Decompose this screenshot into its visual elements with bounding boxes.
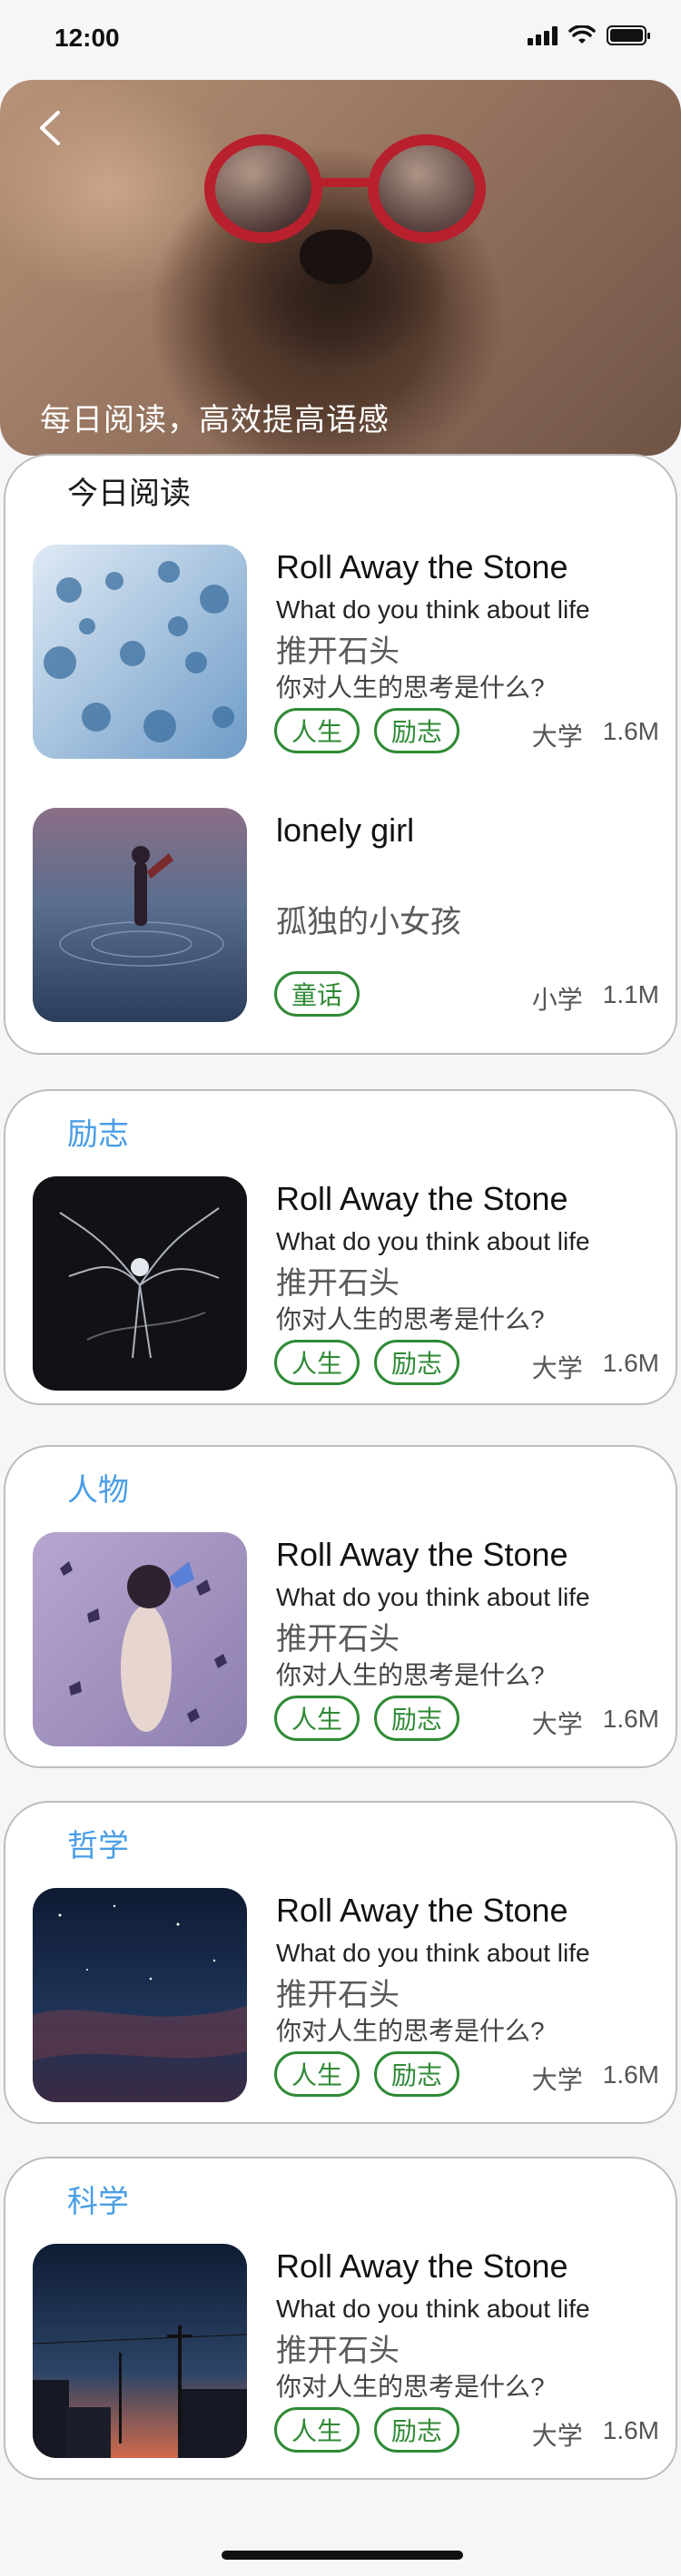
book-level: 大学 xyxy=(531,723,583,751)
cellular-signal-icon xyxy=(528,25,558,45)
tag-chip[interactable]: 励志 xyxy=(374,2407,460,2453)
book-meta: 大学 1.6M xyxy=(532,1349,659,1385)
book-item[interactable]: Roll Away the Stone What do you think ab… xyxy=(33,2244,659,2462)
winged-figure-image xyxy=(33,1176,247,1391)
book-subtitle-en: What do you think about life xyxy=(276,595,590,624)
book-subtitle-en: What do you think about life xyxy=(276,2295,590,2323)
book-title-cn: 推开石头 xyxy=(276,2334,400,2368)
book-title-cn: 推开石头 xyxy=(276,1266,400,1301)
book-item[interactable]: Roll Away the Stone What do you think ab… xyxy=(33,1888,659,2106)
book-size: 1.1M xyxy=(602,980,659,1008)
tag-chip[interactable]: 励志 xyxy=(374,1340,460,1385)
tag-list: 人生 励志 xyxy=(274,1696,460,1741)
book-question-cn: 你对人生的思考是什么? xyxy=(276,2373,545,2401)
status-bar: 12:00 xyxy=(0,0,681,80)
book-item[interactable]: Roll Away the Stone What do you think ab… xyxy=(33,1176,659,1394)
book-size: 1.6M xyxy=(602,1705,659,1733)
book-size: 1.6M xyxy=(602,2416,659,2444)
tag-chip[interactable]: 人生 xyxy=(274,1340,360,1385)
section-title: 今日阅读 xyxy=(67,477,191,511)
status-time: 12:00 xyxy=(54,24,120,52)
book-title-en: Roll Away the Stone xyxy=(276,2247,568,2285)
book-title-cn: 推开石头 xyxy=(276,634,400,669)
book-meta: 小学 1.1M xyxy=(532,980,659,1017)
book-subtitle-en: What do you think about life xyxy=(276,1939,590,1967)
snowy-forest-image xyxy=(33,545,247,759)
book-level: 大学 xyxy=(531,1710,583,1738)
hero-caption: 每日阅读，高效提高语感 xyxy=(40,403,390,438)
section-philosophy: 哲学 Roll Away the Stone What do you think… xyxy=(4,1801,677,2124)
book-question-cn: 你对人生的思考是什么? xyxy=(276,1661,545,1689)
book-level: 大学 xyxy=(531,2066,583,2094)
book-item[interactable]: lonely girl 孤独的小女孩 童话 小学 1.1M xyxy=(33,808,659,1026)
night-sky-image xyxy=(33,1888,247,2102)
dog-with-glasses-image xyxy=(204,134,495,243)
book-item[interactable]: Roll Away the Stone What do you think ab… xyxy=(33,1532,659,1750)
section-today-reading: 今日阅读 Roll Away the Stone What do you thi… xyxy=(4,454,677,1055)
section-title: 励志 xyxy=(67,1117,129,1152)
chevron-left-icon xyxy=(40,111,60,145)
tag-chip[interactable]: 人生 xyxy=(274,2051,360,2097)
tag-chip[interactable]: 励志 xyxy=(374,2051,460,2097)
home-indicator xyxy=(222,2551,463,2560)
app-screen: 12:00 每日阅读，高效提高语感 今日阅读 Roll Away the Sto… xyxy=(0,0,681,2576)
status-icons xyxy=(528,25,650,45)
book-title-en: lonely girl xyxy=(276,811,415,849)
book-size: 1.6M xyxy=(602,1349,659,1377)
section-people: 人物 Roll Away the Stone What do you think… xyxy=(4,1445,677,1768)
tag-chip[interactable]: 人生 xyxy=(274,2407,360,2453)
section-title: 科学 xyxy=(67,2185,129,2219)
book-size: 1.6M xyxy=(602,2060,659,2089)
tag-list: 人生 励志 xyxy=(274,1340,460,1385)
book-meta: 大学 1.6M xyxy=(532,1705,659,1741)
book-level: 大学 xyxy=(531,2422,583,2450)
book-subtitle-en: What do you think about life xyxy=(276,1583,590,1611)
butterflies-woman-image xyxy=(33,1532,247,1746)
tag-chip[interactable]: 童话 xyxy=(274,971,360,1017)
tag-chip[interactable]: 人生 xyxy=(274,1696,360,1741)
section-title: 哲学 xyxy=(67,1829,129,1863)
book-title-en: Roll Away the Stone xyxy=(276,1536,568,1573)
book-meta: 大学 1.6M xyxy=(532,2060,659,2097)
book-question-cn: 你对人生的思考是什么? xyxy=(276,2017,545,2045)
back-button[interactable] xyxy=(27,105,73,151)
book-item[interactable]: Roll Away the Stone What do you think ab… xyxy=(33,545,659,762)
hero-banner: 每日阅读，高效提高语感 xyxy=(0,80,681,456)
tag-chip[interactable]: 励志 xyxy=(374,708,460,753)
book-question-cn: 你对人生的思考是什么? xyxy=(276,1305,545,1333)
tag-chip[interactable]: 人生 xyxy=(274,708,360,753)
tag-chip[interactable]: 励志 xyxy=(374,1696,460,1741)
dusk-street-image xyxy=(33,2244,247,2458)
book-question-cn: 你对人生的思考是什么? xyxy=(276,673,545,702)
tag-list: 人生 励志 xyxy=(274,2051,460,2097)
section-science: 科学 Roll Away the Stone What do you think… xyxy=(4,2157,677,2480)
book-title-en: Roll Away the Stone xyxy=(276,1180,568,1217)
section-inspiration: 励志 Roll Away the Stone What do you think… xyxy=(4,1089,677,1405)
tag-list: 人生 励志 xyxy=(274,708,460,753)
book-title-en: Roll Away the Stone xyxy=(276,548,568,585)
book-title-en: Roll Away the Stone xyxy=(276,1892,568,1929)
battery-icon xyxy=(607,25,650,45)
book-level: 小学 xyxy=(531,986,583,1014)
wifi-icon xyxy=(568,25,596,44)
book-size: 1.6M xyxy=(602,717,659,745)
girl-on-water-image xyxy=(33,808,247,1022)
tag-list: 人生 励志 xyxy=(274,2407,460,2453)
book-subtitle-en: What do you think about life xyxy=(276,1227,590,1255)
book-meta: 大学 1.6M xyxy=(532,2416,659,2453)
book-level: 大学 xyxy=(531,1354,583,1382)
book-meta: 大学 1.6M xyxy=(532,717,659,753)
section-title: 人物 xyxy=(67,1473,129,1508)
tag-list: 童话 xyxy=(274,971,360,1017)
book-title-cn: 推开石头 xyxy=(276,1978,400,2012)
book-title-cn: 推开石头 xyxy=(276,1622,400,1657)
book-title-cn: 孤独的小女孩 xyxy=(276,905,461,939)
